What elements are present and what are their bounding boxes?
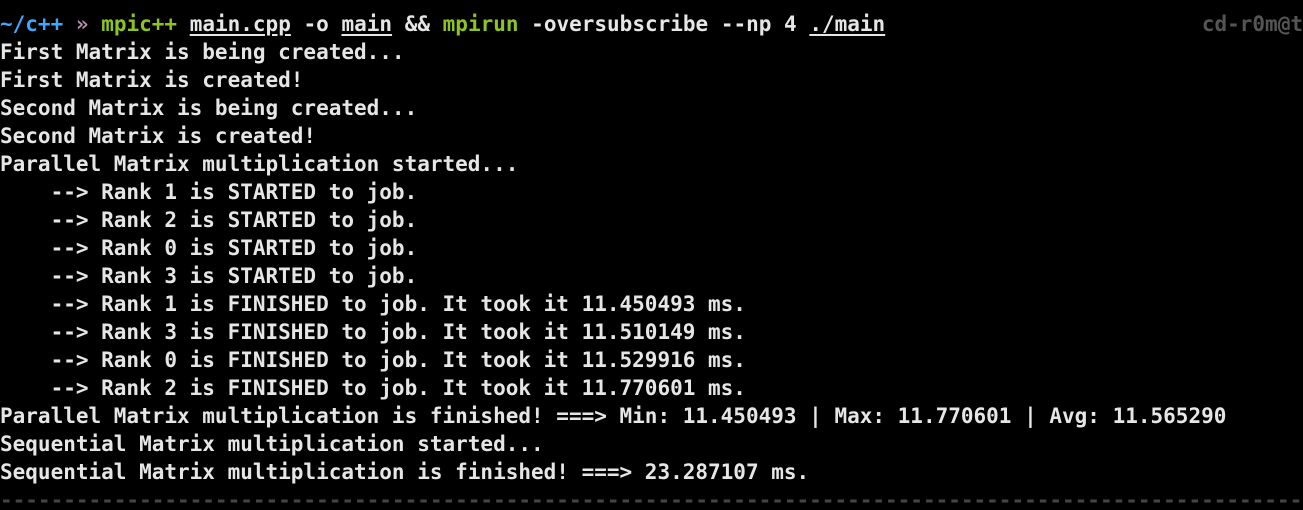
output-line: Parallel Matrix multiplication is finish… <box>0 404 1227 428</box>
output-line: --> Rank 3 is STARTED to job. <box>0 264 418 288</box>
output-line: Sequential Matrix multiplication is fini… <box>0 460 810 484</box>
output-line: First Matrix is being created... <box>0 40 405 64</box>
divider-line: ----------------------------------------… <box>0 490 1303 510</box>
output-line: Second Matrix is being created... <box>0 96 418 120</box>
prompt-line: ~/c++ » mpic++ main.cpp -o main && mpiru… <box>0 10 1303 38</box>
command-arg-output: main <box>341 12 393 36</box>
output-line: First Matrix is created! <box>0 68 304 92</box>
output-line: --> Rank 0 is FINISHED to job. It took i… <box>0 348 746 372</box>
prompt-arrow: » <box>75 12 89 36</box>
output-line: Parallel Matrix multiplication started..… <box>0 152 519 176</box>
command-name-2: mpirun <box>442 12 519 36</box>
output-line: Sequential Matrix multiplication started… <box>0 432 544 456</box>
command-target: ./main <box>809 12 886 36</box>
output-line: --> Rank 1 is FINISHED to job. It took i… <box>0 292 746 316</box>
command-chain: && <box>404 12 430 36</box>
command-args-2: -oversubscribe --np 4 <box>531 12 797 36</box>
output-line: Second Matrix is created! <box>0 124 317 148</box>
prompt-path: ~/c++ <box>0 12 64 36</box>
output-line: --> Rank 2 is FINISHED to job. It took i… <box>0 376 746 400</box>
terminal-output[interactable]: ~/c++ » mpic++ main.cpp -o main && mpiru… <box>0 10 1303 486</box>
command-arg-file: main.cpp <box>189 12 291 36</box>
command-flag: -o <box>303 12 329 36</box>
command-name: mpic++ <box>101 12 178 36</box>
output-line: --> Rank 1 is STARTED to job. <box>0 180 418 204</box>
right-prompt: cd-r0m@t <box>1201 12 1303 36</box>
output-line: --> Rank 0 is STARTED to job. <box>0 236 418 260</box>
output-line: --> Rank 2 is STARTED to job. <box>0 208 418 232</box>
output-line: --> Rank 3 is FINISHED to job. It took i… <box>0 320 746 344</box>
